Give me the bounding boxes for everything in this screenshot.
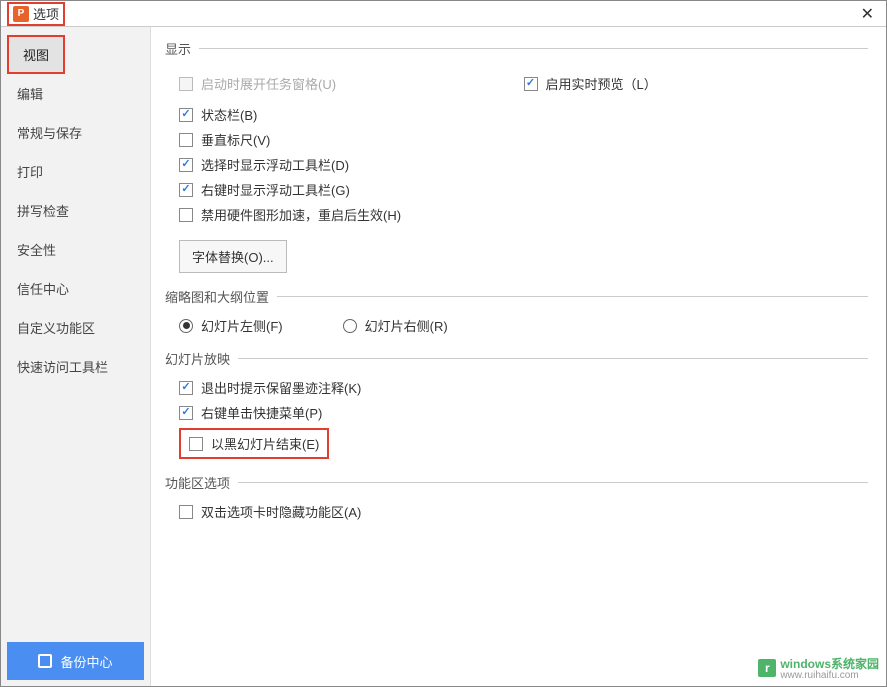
backup-center-button[interactable]: 备份中心 [7,642,144,680]
checkbox-right-float[interactable] [179,183,193,197]
content-panel: 显示 启动时展开任务窗格(U) 启用实时预览（L） [151,27,886,686]
radio-slide-left[interactable] [179,319,193,333]
sidebar-item-print[interactable]: 打印 [1,152,150,191]
label-dbl-hide: 双击选项卡时隐藏功能区(A) [201,502,361,521]
section-ribbon-title: 功能区选项 [165,473,230,492]
section-thumb-title: 缩略图和大纲位置 [165,287,269,306]
watermark-brand: windows系统家园 [780,657,879,671]
section-slideshow-header: 幻灯片放映 [165,349,868,368]
checkbox-dbl-hide[interactable] [179,505,193,519]
sidebar-item-general-save[interactable]: 常规与保存 [1,113,150,152]
sidebar-item-view[interactable]: 视图 [9,37,63,72]
label-live-preview: 启用实时预览（L） [546,74,657,93]
label-slide-right: 幻灯片右侧(R) [365,316,448,335]
label-right-float: 右键时显示浮动工具栏(G) [201,180,350,199]
sidebar: 视图 编辑 常规与保存 打印 拼写检查 安全性 信任中心 自定义功能区 快速访问… [1,27,151,686]
sidebar-item-security[interactable]: 安全性 [1,230,150,269]
divider [238,358,868,359]
label-end-black: 以黑幻灯片结束(E) [211,434,319,453]
section-display: 显示 启动时展开任务窗格(U) 启用实时预览（L） [165,39,868,273]
label-status-bar: 状态栏(B) [201,105,257,124]
dialog-body: 视图 编辑 常规与保存 打印 拼写检查 安全性 信任中心 自定义功能区 快速访问… [1,27,886,686]
watermark-icon: r [758,659,776,677]
label-vertical-ruler: 垂直标尺(V) [201,130,270,149]
checkbox-ink-prompt[interactable] [179,381,193,395]
label-select-float: 选择时显示浮动工具栏(D) [201,155,349,174]
label-disable-hw: 禁用硬件图形加速，重启后生效(H) [201,205,401,224]
section-display-title: 显示 [165,39,191,58]
divider [238,482,868,483]
radio-slide-right[interactable] [343,319,357,333]
sidebar-highlight: 视图 [7,35,65,74]
divider [277,296,868,297]
checkbox-status-bar[interactable] [179,108,193,122]
section-ribbon: 功能区选项 双击选项卡时隐藏功能区(A) [165,473,868,521]
sidebar-item-trust[interactable]: 信任中心 [1,269,150,308]
checkbox-end-black[interactable] [189,437,203,451]
section-thumb: 缩略图和大纲位置 幻灯片左侧(F) 幻灯片右侧(R) [165,287,868,335]
close-icon[interactable]: ✕ [855,4,880,24]
section-ribbon-header: 功能区选项 [165,473,868,492]
sidebar-nav: 视图 编辑 常规与保存 打印 拼写检查 安全性 信任中心 自定义功能区 快速访问… [1,27,150,636]
sidebar-item-edit[interactable]: 编辑 [1,74,150,113]
section-slideshow: 幻灯片放映 退出时提示保留墨迹注释(K) 右键单击快捷菜单(P) [165,349,868,459]
checkbox-disable-hw[interactable] [179,208,193,222]
checkbox-right-menu[interactable] [179,406,193,420]
section-slideshow-title: 幻灯片放映 [165,349,230,368]
section-thumb-header: 缩略图和大纲位置 [165,287,868,306]
divider [199,48,868,49]
checkbox-startup-pane [179,77,193,91]
checkbox-vertical-ruler[interactable] [179,133,193,147]
window-title: 选项 [33,4,59,23]
font-substitution-button[interactable]: 字体替换(O)... [179,240,287,273]
backup-icon [38,654,52,668]
checkbox-live-preview[interactable] [524,77,538,91]
label-slide-left: 幻灯片左侧(F) [201,316,283,335]
app-icon: P [13,6,29,22]
sidebar-item-spellcheck[interactable]: 拼写检查 [1,191,150,230]
sidebar-item-quick-access[interactable]: 快速访问工具栏 [1,347,150,386]
watermark: r windows系统家园 www.ruihaifu.com [758,655,879,681]
sidebar-item-customize-ribbon[interactable]: 自定义功能区 [1,308,150,347]
backup-label: 备份中心 [60,652,112,671]
label-ink-prompt: 退出时提示保留墨迹注释(K) [201,378,361,397]
titlebar: P 选项 ✕ [1,1,886,27]
title-highlight: P 选项 [7,2,65,26]
checkbox-select-float[interactable] [179,158,193,172]
section-display-header: 显示 [165,39,868,58]
end-black-highlight: 以黑幻灯片结束(E) [179,428,329,459]
options-dialog: P 选项 ✕ 视图 编辑 常规与保存 打印 拼写检查 安全性 信任中心 自定义功… [0,0,887,687]
label-right-menu: 右键单击快捷菜单(P) [201,403,322,422]
watermark-url: www.ruihaifu.com [780,670,879,681]
label-startup-pane: 启动时展开任务窗格(U) [201,74,336,93]
